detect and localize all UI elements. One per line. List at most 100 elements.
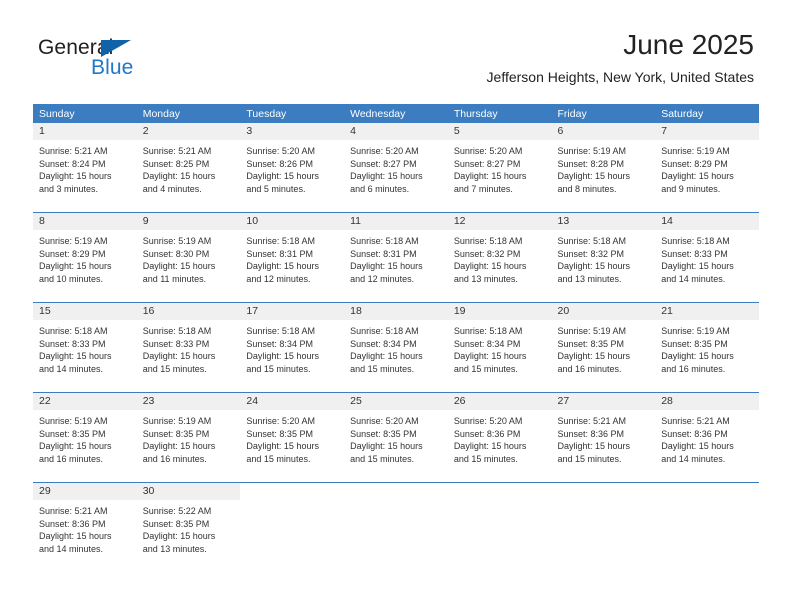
day-number: 23 <box>136 393 241 410</box>
daylight-text-line2: and 12 minutes. <box>350 273 415 284</box>
sunset-text: Sunset: 8:35 PM <box>246 428 313 439</box>
daylight-text-line2: and 15 minutes. <box>350 453 415 464</box>
calendar-day-cell[interactable]: 17 Sunrise: 5:18 AM Sunset: 8:34 PM Dayligh… <box>240 302 345 393</box>
day-details: Sunrise: 5:18 AM Sunset: 8:31 PM Daylight:… <box>344 230 448 285</box>
daylight-text-line1: Daylight: 15 hours <box>350 351 423 362</box>
calendar-day-cell[interactable]: 29 Sunrise: 5:21 AM Sunset: 8:36 PM Dayligh… <box>33 482 137 567</box>
calendar-day-cell[interactable]: 10 Sunrise: 5:18 AM Sunset: 8:31 PM Dayligh… <box>240 212 345 303</box>
general-blue-logo[interactable]: General Blue <box>38 36 238 84</box>
sunrise-sunset-calendar: Sunday Monday Tuesday Wednesday Thursday… <box>33 104 759 567</box>
day-number <box>344 483 448 500</box>
day-details: Sunrise: 5:19 AM Sunset: 8:29 PM Daylight:… <box>33 230 137 285</box>
day-details: Sunrise: 5:21 AM Sunset: 8:36 PM Daylight:… <box>655 410 759 465</box>
sunrise-text: Sunrise: 5:22 AM <box>142 506 212 516</box>
calendar-day-cell[interactable]: 24 Sunrise: 5:20 AM Sunset: 8:35 PM Dayligh… <box>240 392 345 483</box>
daylight-text-line2: and 16 minutes. <box>39 453 104 464</box>
calendar-day-cell[interactable]: 15 Sunrise: 5:18 AM Sunset: 8:33 PM Dayligh… <box>33 302 137 393</box>
calendar-day-cell[interactable]: 5 Sunrise: 5:20 AM Sunset: 8:27 PM Daylight… <box>447 123 552 213</box>
day-details: Sunrise: 5:18 AM Sunset: 8:31 PM Daylight:… <box>240 230 344 285</box>
sunset-text: Sunset: 8:31 PM <box>246 248 313 259</box>
daylight-text-line2: and 15 minutes. <box>453 363 518 374</box>
calendar-day-cell[interactable]: 13 Sunrise: 5:18 AM Sunset: 8:32 PM Dayligh… <box>551 212 656 303</box>
daylight-text-line1: Daylight: 15 hours <box>557 261 631 272</box>
daylight-text-line1: Daylight: 15 hours <box>142 531 216 542</box>
sunset-text: Sunset: 8:29 PM <box>661 158 728 169</box>
sunset-text: Sunset: 8:30 PM <box>142 248 210 259</box>
daylight-text-line2: and 15 minutes. <box>557 453 622 464</box>
calendar-day-cell[interactable]: 21 Sunrise: 5:19 AM Sunset: 8:35 PM Dayligh… <box>655 302 759 393</box>
day-details: Sunrise: 5:20 AM Sunset: 8:27 PM Daylight:… <box>448 140 552 195</box>
day-number: 26 <box>447 393 552 410</box>
calendar-day-cell[interactable]: 9 Sunrise: 5:19 AM Sunset: 8:30 PM Daylight… <box>136 212 241 303</box>
sunset-text: Sunset: 8:35 PM <box>39 428 106 439</box>
calendar-day-cell[interactable]: 3 Sunrise: 5:20 AM Sunset: 8:26 PM Daylight… <box>240 123 345 213</box>
day-details: Sunrise: 5:18 AM Sunset: 8:32 PM Daylight:… <box>448 230 552 285</box>
sunrise-text: Sunrise: 5:20 AM <box>246 146 315 156</box>
sunrise-text: Sunrise: 5:18 AM <box>350 326 419 336</box>
day-number: 27 <box>551 393 656 410</box>
daylight-text-line2: and 15 minutes. <box>246 363 311 374</box>
daylight-text-line1: Daylight: 15 hours <box>142 441 216 452</box>
weekday-header-wednesday: Wednesday <box>344 104 448 123</box>
daylight-text-line2: and 15 minutes. <box>246 453 311 464</box>
calendar-day-cell[interactable]: 22 Sunrise: 5:19 AM Sunset: 8:35 PM Dayligh… <box>33 392 137 483</box>
sunrise-text: Sunrise: 5:20 AM <box>350 416 419 426</box>
day-details: Sunrise: 5:21 AM Sunset: 8:24 PM Daylight:… <box>33 140 137 195</box>
calendar-day-cell[interactable]: 26 Sunrise: 5:20 AM Sunset: 8:36 PM Dayligh… <box>447 392 552 483</box>
calendar-day-cell[interactable]: 18 Sunrise: 5:18 AM Sunset: 8:34 PM Dayligh… <box>344 302 448 393</box>
day-number <box>240 483 345 500</box>
sunrise-text: Sunrise: 5:18 AM <box>246 236 315 246</box>
calendar-day-cell[interactable]: 14 Sunrise: 5:18 AM Sunset: 8:33 PM Dayligh… <box>655 212 759 303</box>
day-number: 17 <box>240 303 345 320</box>
daylight-text-line1: Daylight: 15 hours <box>39 441 112 452</box>
day-number: 6 <box>551 123 656 140</box>
calendar-day-cell-empty <box>344 482 448 567</box>
day-details: Sunrise: 5:19 AM Sunset: 8:35 PM Daylight:… <box>552 320 656 375</box>
daylight-text-line1: Daylight: 15 hours <box>661 441 734 452</box>
calendar-day-cell[interactable]: 25 Sunrise: 5:20 AM Sunset: 8:35 PM Dayligh… <box>344 392 448 483</box>
calendar-day-cell[interactable]: 27 Sunrise: 5:21 AM Sunset: 8:36 PM Dayligh… <box>551 392 656 483</box>
calendar-day-cell[interactable]: 11 Sunrise: 5:18 AM Sunset: 8:31 PM Dayligh… <box>344 212 448 303</box>
calendar-day-cell[interactable]: 7 Sunrise: 5:19 AM Sunset: 8:29 PM Daylight… <box>655 123 759 213</box>
daylight-text-line1: Daylight: 15 hours <box>453 351 527 362</box>
daylight-text-line2: and 13 minutes. <box>557 273 622 284</box>
calendar-day-cell[interactable]: 30 Sunrise: 5:22 AM Sunset: 8:35 PM Dayligh… <box>136 482 241 567</box>
calendar-day-cell[interactable]: 23 Sunrise: 5:19 AM Sunset: 8:35 PM Dayligh… <box>136 392 241 483</box>
daylight-text-line1: Daylight: 15 hours <box>246 261 319 272</box>
sunset-text: Sunset: 8:24 PM <box>39 158 106 169</box>
calendar-week-row: 29 Sunrise: 5:21 AM Sunset: 8:36 PM Dayligh… <box>33 482 759 567</box>
daylight-text-line1: Daylight: 15 hours <box>350 441 423 452</box>
day-details: Sunrise: 5:18 AM Sunset: 8:34 PM Daylight:… <box>240 320 344 375</box>
day-details: Sunrise: 5:20 AM Sunset: 8:26 PM Daylight:… <box>240 140 344 195</box>
daylight-text-line2: and 8 minutes. <box>557 183 617 194</box>
daylight-text-line1: Daylight: 15 hours <box>246 441 319 452</box>
day-number: 30 <box>136 483 241 500</box>
sunrise-text: Sunrise: 5:19 AM <box>142 236 212 246</box>
sunset-text: Sunset: 8:28 PM <box>557 158 625 169</box>
sunset-text: Sunset: 8:35 PM <box>142 428 210 439</box>
sunrise-text: Sunrise: 5:20 AM <box>246 416 315 426</box>
day-number: 19 <box>447 303 552 320</box>
calendar-day-cell-empty <box>240 482 345 567</box>
calendar-day-cell[interactable]: 6 Sunrise: 5:19 AM Sunset: 8:28 PM Daylight… <box>551 123 656 213</box>
calendar-day-cell[interactable]: 16 Sunrise: 5:18 AM Sunset: 8:33 PM Dayligh… <box>136 302 241 393</box>
daylight-text-line2: and 10 minutes. <box>39 273 104 284</box>
day-details: Sunrise: 5:19 AM Sunset: 8:35 PM Daylight:… <box>137 410 241 465</box>
calendar-day-cell[interactable]: 4 Sunrise: 5:20 AM Sunset: 8:27 PM Daylight… <box>344 123 448 213</box>
calendar-day-cell[interactable]: 2 Sunrise: 5:21 AM Sunset: 8:25 PM Daylight… <box>136 123 241 213</box>
calendar-day-cell[interactable]: 12 Sunrise: 5:18 AM Sunset: 8:32 PM Dayligh… <box>447 212 552 303</box>
page-subtitle: Jefferson Heights, New York, United Stat… <box>486 69 754 85</box>
calendar-day-cell[interactable]: 8 Sunrise: 5:19 AM Sunset: 8:29 PM Daylight… <box>33 212 137 303</box>
calendar-day-cell[interactable]: 20 Sunrise: 5:19 AM Sunset: 8:35 PM Dayligh… <box>551 302 656 393</box>
calendar-day-cell[interactable]: 19 Sunrise: 5:18 AM Sunset: 8:34 PM Dayligh… <box>447 302 552 393</box>
sunrise-text: Sunrise: 5:18 AM <box>142 326 212 336</box>
day-details: Sunrise: 5:20 AM Sunset: 8:35 PM Daylight:… <box>240 410 344 465</box>
calendar-day-cell[interactable]: 1 Sunrise: 5:21 AM Sunset: 8:24 PM Daylight… <box>33 123 137 213</box>
calendar-day-cell[interactable]: 28 Sunrise: 5:21 AM Sunset: 8:36 PM Dayligh… <box>655 392 759 483</box>
daylight-text-line1: Daylight: 15 hours <box>557 351 631 362</box>
daylight-text-line1: Daylight: 15 hours <box>350 171 423 182</box>
sunrise-text: Sunrise: 5:20 AM <box>350 146 419 156</box>
sunset-text: Sunset: 8:27 PM <box>453 158 521 169</box>
day-number: 14 <box>655 213 759 230</box>
sunset-text: Sunset: 8:26 PM <box>246 158 313 169</box>
